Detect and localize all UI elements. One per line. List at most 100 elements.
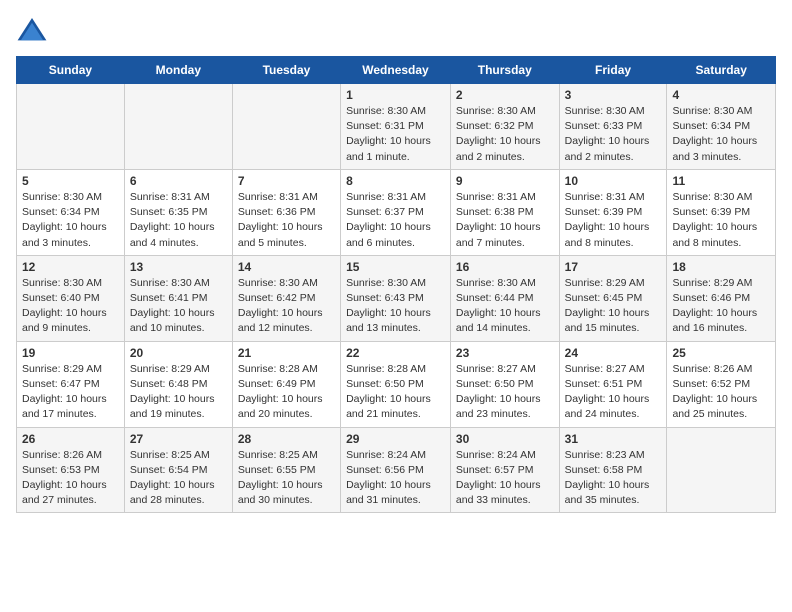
day-number: 15	[346, 260, 445, 274]
sunset-label: Sunset: 6:51 PM	[565, 378, 643, 390]
sunset-label: Sunset: 6:47 PM	[22, 378, 100, 390]
sunrise-label: Sunrise: 8:30 AM	[346, 277, 426, 289]
sunset-label: Sunset: 6:39 PM	[672, 206, 750, 218]
day-number: 23	[456, 346, 554, 360]
day-info: Sunrise: 8:30 AM Sunset: 6:33 PM Dayligh…	[565, 104, 662, 165]
day-info: Sunrise: 8:29 AM Sunset: 6:48 PM Dayligh…	[130, 362, 227, 423]
daylight-label: Daylight: 10 hours	[346, 307, 431, 319]
daylight-minutes: and 10 minutes.	[130, 322, 205, 334]
sunrise-label: Sunrise: 8:30 AM	[672, 191, 752, 203]
day-number: 10	[565, 174, 662, 188]
sunset-label: Sunset: 6:54 PM	[130, 464, 208, 476]
day-number: 27	[130, 432, 227, 446]
daylight-label: Daylight: 10 hours	[238, 393, 323, 405]
sunrise-label: Sunrise: 8:23 AM	[565, 449, 645, 461]
daylight-label: Daylight: 10 hours	[565, 135, 650, 147]
daylight-minutes: and 4 minutes.	[130, 237, 199, 249]
calendar-cell: 20 Sunrise: 8:29 AM Sunset: 6:48 PM Dayl…	[124, 341, 232, 427]
day-info: Sunrise: 8:25 AM Sunset: 6:55 PM Dayligh…	[238, 448, 335, 509]
daylight-minutes: and 16 minutes.	[672, 322, 747, 334]
day-number: 19	[22, 346, 119, 360]
day-info: Sunrise: 8:30 AM Sunset: 6:39 PM Dayligh…	[672, 190, 770, 251]
daylight-label: Daylight: 10 hours	[22, 307, 107, 319]
daylight-minutes: and 20 minutes.	[238, 408, 313, 420]
day-number: 29	[346, 432, 445, 446]
day-info: Sunrise: 8:31 AM Sunset: 6:39 PM Dayligh…	[565, 190, 662, 251]
sunrise-label: Sunrise: 8:31 AM	[565, 191, 645, 203]
day-info: Sunrise: 8:30 AM Sunset: 6:44 PM Dayligh…	[456, 276, 554, 337]
day-info: Sunrise: 8:29 AM Sunset: 6:47 PM Dayligh…	[22, 362, 119, 423]
day-info: Sunrise: 8:31 AM Sunset: 6:38 PM Dayligh…	[456, 190, 554, 251]
sunset-label: Sunset: 6:34 PM	[672, 120, 750, 132]
calendar-cell	[232, 84, 340, 170]
weekday-header-row: SundayMondayTuesdayWednesdayThursdayFrid…	[17, 57, 776, 84]
sunset-label: Sunset: 6:58 PM	[565, 464, 643, 476]
daylight-minutes: and 14 minutes.	[456, 322, 531, 334]
daylight-label: Daylight: 10 hours	[565, 393, 650, 405]
sunrise-label: Sunrise: 8:29 AM	[130, 363, 210, 375]
daylight-label: Daylight: 10 hours	[565, 221, 650, 233]
sunset-label: Sunset: 6:43 PM	[346, 292, 424, 304]
weekday-header-monday: Monday	[124, 57, 232, 84]
calendar-table: SundayMondayTuesdayWednesdayThursdayFrid…	[16, 56, 776, 513]
day-number: 21	[238, 346, 335, 360]
daylight-minutes: and 17 minutes.	[22, 408, 97, 420]
daylight-minutes: and 1 minute.	[346, 151, 410, 163]
daylight-label: Daylight: 10 hours	[130, 221, 215, 233]
calendar-week-row: 19 Sunrise: 8:29 AM Sunset: 6:47 PM Dayl…	[17, 341, 776, 427]
day-info: Sunrise: 8:30 AM Sunset: 6:43 PM Dayligh…	[346, 276, 445, 337]
sunset-label: Sunset: 6:46 PM	[672, 292, 750, 304]
day-info: Sunrise: 8:23 AM Sunset: 6:58 PM Dayligh…	[565, 448, 662, 509]
daylight-label: Daylight: 10 hours	[456, 393, 541, 405]
day-number: 22	[346, 346, 445, 360]
calendar-cell: 16 Sunrise: 8:30 AM Sunset: 6:44 PM Dayl…	[450, 255, 559, 341]
logo-icon	[16, 16, 48, 44]
daylight-minutes: and 8 minutes.	[565, 237, 634, 249]
sunset-label: Sunset: 6:55 PM	[238, 464, 316, 476]
day-number: 6	[130, 174, 227, 188]
daylight-label: Daylight: 10 hours	[130, 393, 215, 405]
sunrise-label: Sunrise: 8:24 AM	[456, 449, 536, 461]
calendar-cell	[17, 84, 125, 170]
day-number: 28	[238, 432, 335, 446]
sunset-label: Sunset: 6:38 PM	[456, 206, 534, 218]
day-number: 2	[456, 88, 554, 102]
day-number: 5	[22, 174, 119, 188]
sunset-label: Sunset: 6:50 PM	[456, 378, 534, 390]
calendar-cell: 4 Sunrise: 8:30 AM Sunset: 6:34 PM Dayli…	[667, 84, 776, 170]
calendar-cell: 12 Sunrise: 8:30 AM Sunset: 6:40 PM Dayl…	[17, 255, 125, 341]
daylight-minutes: and 23 minutes.	[456, 408, 531, 420]
daylight-label: Daylight: 10 hours	[130, 479, 215, 491]
daylight-minutes: and 30 minutes.	[238, 494, 313, 506]
day-number: 4	[672, 88, 770, 102]
day-info: Sunrise: 8:30 AM Sunset: 6:42 PM Dayligh…	[238, 276, 335, 337]
calendar-cell: 21 Sunrise: 8:28 AM Sunset: 6:49 PM Dayl…	[232, 341, 340, 427]
sunset-label: Sunset: 6:57 PM	[456, 464, 534, 476]
sunset-label: Sunset: 6:56 PM	[346, 464, 424, 476]
sunrise-label: Sunrise: 8:25 AM	[238, 449, 318, 461]
day-number: 17	[565, 260, 662, 274]
day-number: 8	[346, 174, 445, 188]
sunrise-label: Sunrise: 8:30 AM	[22, 277, 102, 289]
sunrise-label: Sunrise: 8:30 AM	[456, 105, 536, 117]
daylight-label: Daylight: 10 hours	[346, 479, 431, 491]
day-info: Sunrise: 8:30 AM Sunset: 6:34 PM Dayligh…	[672, 104, 770, 165]
calendar-cell: 10 Sunrise: 8:31 AM Sunset: 6:39 PM Dayl…	[559, 169, 667, 255]
calendar-cell: 30 Sunrise: 8:24 AM Sunset: 6:57 PM Dayl…	[450, 427, 559, 513]
daylight-label: Daylight: 10 hours	[22, 479, 107, 491]
calendar-cell: 25 Sunrise: 8:26 AM Sunset: 6:52 PM Dayl…	[667, 341, 776, 427]
daylight-label: Daylight: 10 hours	[238, 307, 323, 319]
calendar-week-row: 1 Sunrise: 8:30 AM Sunset: 6:31 PM Dayli…	[17, 84, 776, 170]
day-info: Sunrise: 8:28 AM Sunset: 6:50 PM Dayligh…	[346, 362, 445, 423]
sunset-label: Sunset: 6:48 PM	[130, 378, 208, 390]
sunrise-label: Sunrise: 8:30 AM	[456, 277, 536, 289]
sunrise-label: Sunrise: 8:29 AM	[672, 277, 752, 289]
daylight-minutes: and 2 minutes.	[565, 151, 634, 163]
daylight-label: Daylight: 10 hours	[346, 221, 431, 233]
sunrise-label: Sunrise: 8:31 AM	[456, 191, 536, 203]
day-info: Sunrise: 8:30 AM Sunset: 6:41 PM Dayligh…	[130, 276, 227, 337]
day-info: Sunrise: 8:25 AM Sunset: 6:54 PM Dayligh…	[130, 448, 227, 509]
calendar-cell: 26 Sunrise: 8:26 AM Sunset: 6:53 PM Dayl…	[17, 427, 125, 513]
sunrise-label: Sunrise: 8:26 AM	[22, 449, 102, 461]
calendar-cell: 1 Sunrise: 8:30 AM Sunset: 6:31 PM Dayli…	[341, 84, 451, 170]
